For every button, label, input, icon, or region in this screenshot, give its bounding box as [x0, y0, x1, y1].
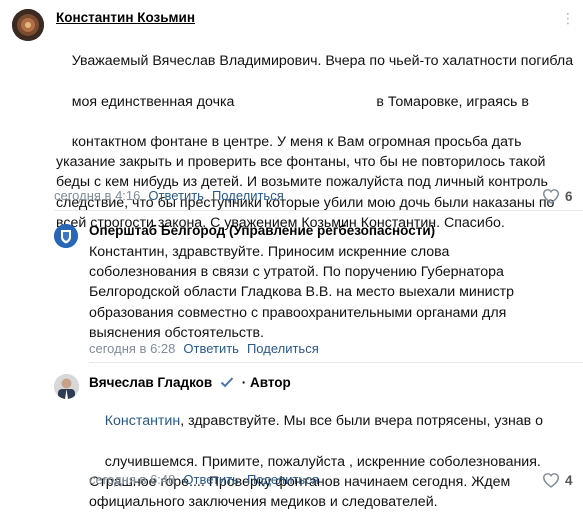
reply-time[interactable]: сегодня в 6:48: [89, 472, 175, 487]
reply-button[interactable]: Ответить: [148, 188, 204, 203]
reply-text: Константин, здравствуйте. Приносим искре…: [89, 244, 515, 341]
reply-author-name[interactable]: Вячеслав Гладков: [89, 375, 212, 390]
reply-comment: Оперштаб Белгород (Управление регбезопас…: [0, 210, 583, 360]
like-button[interactable]: 6: [542, 188, 573, 204]
comment-author[interactable]: Константин Козьмин: [56, 10, 195, 25]
avatar[interactable]: [54, 374, 79, 399]
reply-button[interactable]: Ответить: [183, 472, 239, 487]
more-icon[interactable]: ⋮: [561, 10, 575, 27]
main-comment: Константин Козьмин ⋮ Уважаемый Вячеслав …: [0, 0, 583, 231]
mention-link[interactable]: Константин: [105, 413, 180, 429]
comment-text-line2a: моя единственная дочка: [71, 93, 235, 110]
like-count: 6: [565, 188, 573, 204]
avatar-image: [54, 224, 78, 248]
reply-text-first: , здравствуйте. Мы все были вчера потряс…: [180, 413, 544, 430]
avatar-image: [12, 9, 44, 41]
comment-meta: сегодня в 4:16 Ответить Поделиться: [54, 188, 292, 203]
avatar[interactable]: [12, 9, 44, 41]
heart-icon: [542, 189, 560, 204]
heart-icon: [542, 473, 560, 488]
verified-icon: [220, 377, 234, 388]
avatar-image: [54, 374, 79, 399]
reply-meta: сегодня в 6:48 Ответить Поделиться: [89, 472, 327, 487]
comment-text-line2b: в Томаровке, играясь в: [376, 93, 529, 110]
avatar[interactable]: [54, 224, 78, 248]
reply-author[interactable]: Оперштаб Белгород (Управление регбезопас…: [89, 223, 435, 238]
share-button[interactable]: Поделиться: [247, 472, 319, 487]
reply-time[interactable]: сегодня в 6:28: [89, 341, 175, 356]
like-button[interactable]: 4: [542, 472, 573, 488]
comment-time[interactable]: сегодня в 4:16: [54, 188, 140, 203]
like-count: 4: [565, 472, 573, 488]
reply-comment: Вячеслав Гладков · Автор Константин, здр…: [0, 362, 583, 512]
reply-text: Константин, здравствуйте. Мы все были вч…: [89, 391, 579, 532]
reply-meta: сегодня в 6:28 Ответить Поделиться: [89, 341, 327, 356]
reply-author: Вячеслав Гладков · Автор: [89, 375, 291, 390]
share-button[interactable]: Поделиться: [247, 341, 319, 356]
comment-text-line1: Уважаемый Вячеслав Владимирович. Вчера п…: [71, 53, 574, 70]
reply-button[interactable]: Ответить: [183, 341, 239, 356]
share-button[interactable]: Поделиться: [212, 188, 284, 203]
author-badge: · Автор: [241, 375, 291, 390]
